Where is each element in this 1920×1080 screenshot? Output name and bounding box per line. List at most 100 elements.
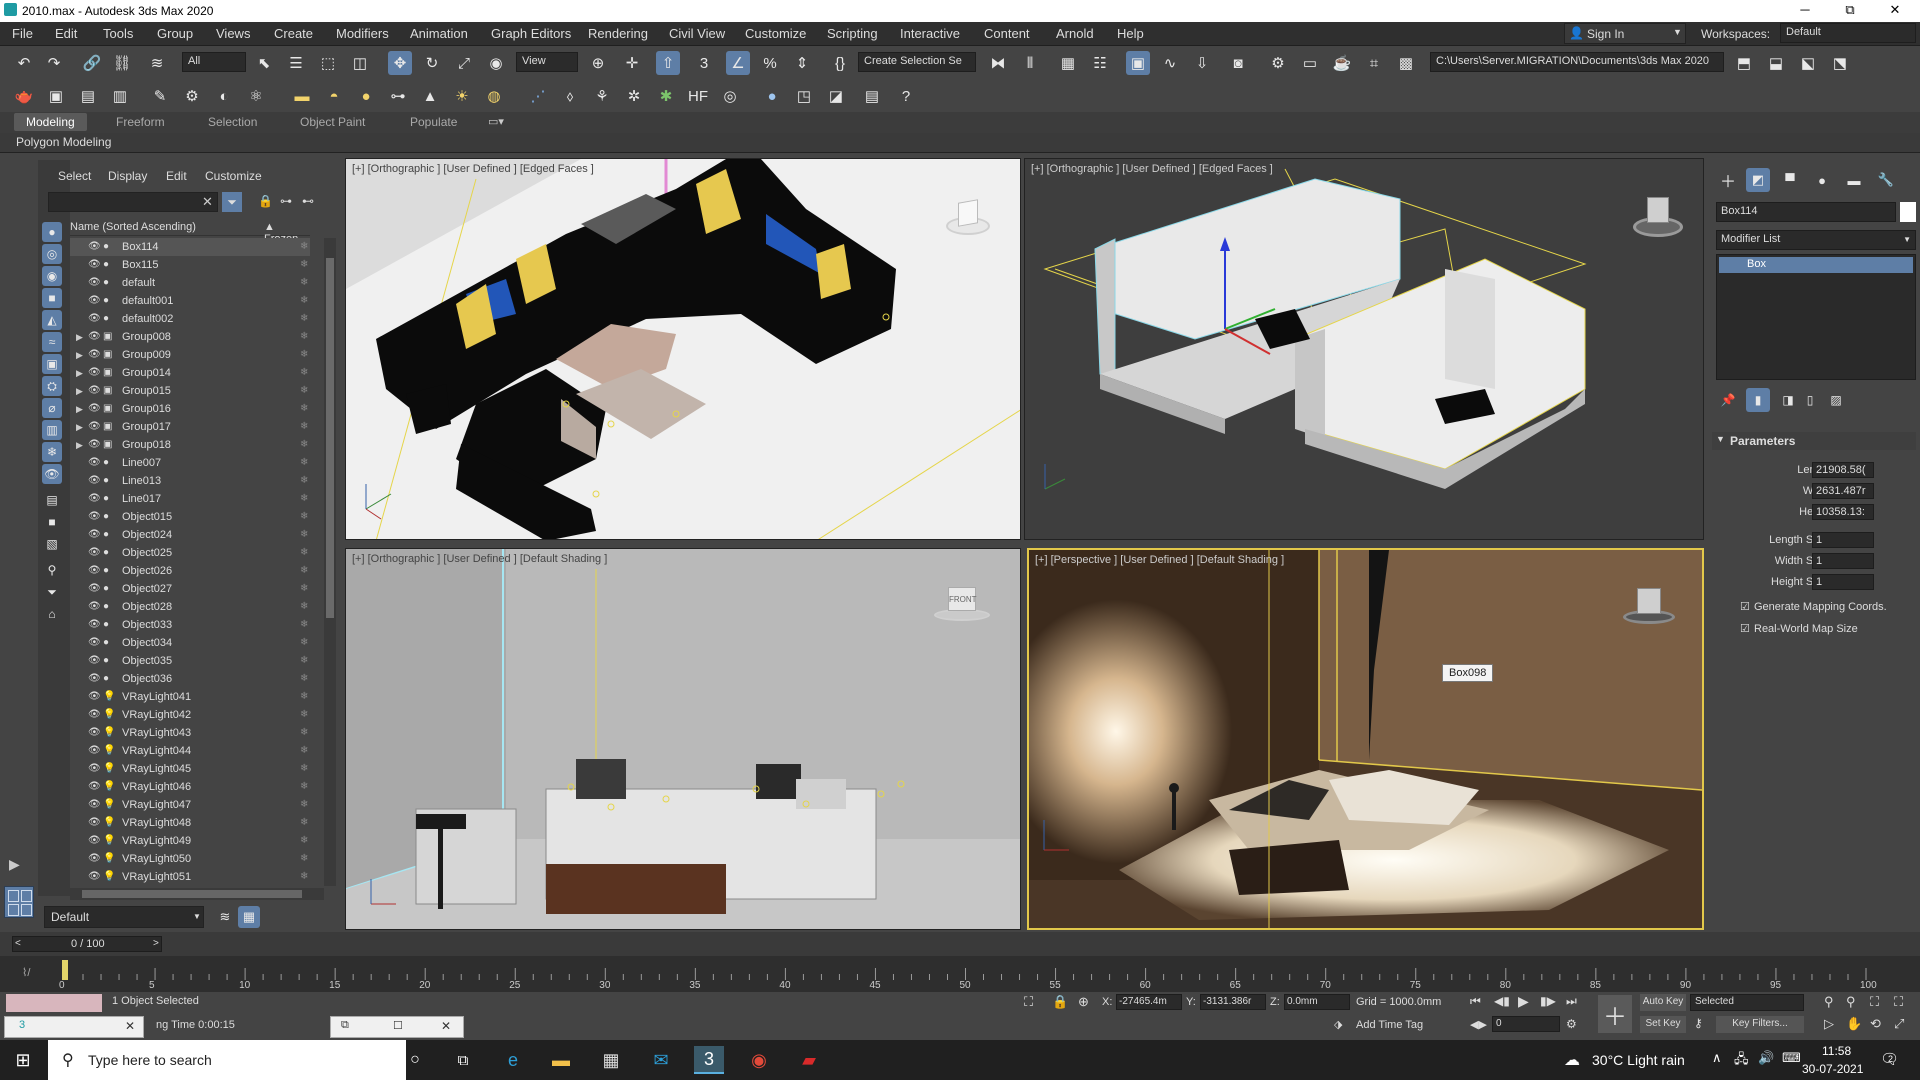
display-geometry-icon[interactable]: ● [42, 222, 62, 242]
explorer-row[interactable]: 👁 ● Line013 ❄ [70, 472, 310, 490]
set-key-big-icon[interactable]: ＋ [1598, 995, 1632, 1033]
time-config-icon[interactable]: ⚙ [1566, 1017, 1577, 1031]
material-editor-icon[interactable]: ◙ [1226, 51, 1250, 75]
menu-interactive[interactable]: Interactive [900, 26, 960, 41]
freeze-icon[interactable]: ❄ [300, 724, 308, 742]
time-tag-icon[interactable]: ⬗ [1334, 1018, 1342, 1031]
percent-snap-icon[interactable]: % [758, 51, 782, 75]
bind-space-warp-icon[interactable]: ≋ [145, 51, 169, 75]
eye-icon[interactable]: 👁 [88, 796, 101, 814]
ribbon-options-icon[interactable]: ▭▾ [488, 115, 504, 128]
project-path-dropdown[interactable]: C:\Users\Server.MIGRATION\Documents\3ds … [1430, 52, 1724, 72]
menu-group[interactable]: Group [157, 26, 193, 41]
explorer-row[interactable]: 👁 ● default ❄ [70, 274, 310, 292]
edge-icon[interactable]: e [498, 1046, 528, 1074]
select-manipulate-icon[interactable]: ✛ [620, 51, 644, 75]
project-settings-icon[interactable]: ⬔ [1828, 51, 1852, 75]
add-time-tag[interactable]: Add Time Tag [1356, 1019, 1423, 1031]
explorer-row[interactable]: 👁 💡 VRayLight042 ❄ [70, 706, 310, 724]
explorer-menu-edit[interactable]: Edit [166, 169, 187, 183]
explorer-row[interactable]: 👁 💡 VRayLight041 ❄ [70, 688, 310, 706]
vray-ambient-light-icon[interactable]: ◍ [482, 84, 506, 108]
expand-arrow-icon[interactable]: ▶ [76, 328, 83, 346]
schematic-view-icon[interactable]: ⇩ [1190, 51, 1214, 75]
layer-sort-icon[interactable]: ⊷ [302, 194, 314, 208]
hierarchy-icon[interactable]: ⊶ [280, 194, 292, 208]
clock-date[interactable]: 30-07-2021 [1802, 1062, 1863, 1076]
eye-icon[interactable]: 👁 [88, 580, 101, 598]
display-shapes-icon[interactable]: ◎ [42, 244, 62, 264]
gen-mapping-checkbox[interactable]: ☑ [1740, 600, 1750, 613]
explorer-row[interactable]: ▶ 👁 ▣ Group014 ❄ [70, 364, 310, 382]
cortana-icon[interactable]: ○ [400, 1046, 430, 1074]
absolute-mode-icon[interactable]: ⊕ [1078, 994, 1089, 1010]
freeze-icon[interactable]: ❄ [300, 796, 308, 814]
hierarchy-tab-icon[interactable]: ▀ [1778, 168, 1802, 192]
vfb-icon[interactable]: ◳ [792, 84, 816, 108]
material-sphere-icon[interactable]: ● [760, 84, 784, 108]
key-mode-toggle-icon[interactable]: ◀▶ [1470, 1018, 1487, 1031]
viewport-top-left[interactable]: [+] [Orthographic ] [User Defined ] [Edg… [345, 158, 1021, 540]
eye-icon[interactable]: 👁 [88, 256, 101, 274]
width-field[interactable]: 2631.487r [1812, 483, 1874, 499]
eye-icon[interactable]: 👁 [88, 238, 101, 256]
vray-hair-icon[interactable]: HF [686, 84, 710, 108]
freeze-icon[interactable]: ❄ [300, 454, 308, 472]
menu-help[interactable]: Help [1117, 26, 1144, 41]
freeze-icon[interactable]: ❄ [300, 832, 308, 850]
language-icon[interactable]: ⌨ [1782, 1050, 1801, 1066]
mail-icon[interactable]: ✉ [646, 1046, 676, 1074]
expand-arrow-icon[interactable]: ▶ [9, 856, 20, 873]
explorer-menu-display[interactable]: Display [108, 169, 147, 183]
explorer-search-input[interactable] [48, 192, 218, 212]
vray-ies-light-icon[interactable]: ⊶ [386, 84, 410, 108]
eye-icon[interactable]: 👁 [88, 310, 101, 328]
freeze-icon[interactable]: ❄ [300, 688, 308, 706]
parameters-rollout-header[interactable]: ▼ Parameters [1712, 432, 1916, 450]
freeze-icon[interactable]: ❄ [300, 292, 308, 310]
expand-arrow-icon[interactable]: ▶ [76, 400, 83, 418]
explorer-row[interactable]: ▶ 👁 ▣ Group017 ❄ [70, 418, 310, 436]
freeze-icon[interactable]: ❄ [300, 814, 308, 832]
goto-start-icon[interactable]: ⏮ [1470, 994, 1481, 1009]
file-explorer-icon[interactable]: ▬ [546, 1046, 576, 1074]
close-icon[interactable]: ✕ [441, 1019, 451, 1033]
pan-icon[interactable]: ✋ [1846, 1016, 1862, 1032]
eye-icon[interactable]: 👁 [88, 526, 101, 544]
explorer-row[interactable]: 👁 ● default001 ❄ [70, 292, 310, 310]
show-end-result-icon[interactable]: ▮ [1746, 388, 1770, 412]
pivot-center-icon[interactable]: ⊕ [586, 51, 610, 75]
freeze-icon[interactable]: ❄ [300, 850, 308, 868]
options-icon[interactable]: ▧ [42, 534, 62, 554]
expand-arrow-icon[interactable]: ▶ [76, 418, 83, 436]
explorer-row[interactable]: 👁 💡 VRayLight043 ❄ [70, 724, 310, 742]
z-coord-field[interactable]: 0.0mm [1284, 994, 1350, 1010]
expand-arrow-icon[interactable]: ▶ [76, 364, 83, 382]
zoom-all-icon[interactable]: ⚲ [1846, 994, 1856, 1010]
workspace-dropdown[interactable]: Default [1780, 23, 1916, 43]
render-online-icon[interactable]: ▩ [1394, 51, 1418, 75]
viewport-top-right[interactable]: [+] [Orthographic ] [User Defined ] [Edg… [1024, 158, 1704, 540]
menu-views[interactable]: Views [216, 26, 250, 41]
store-icon[interactable]: ▦ [596, 1046, 626, 1074]
move-icon[interactable]: ✥ [388, 51, 412, 75]
menu-modifiers[interactable]: Modifiers [336, 26, 389, 41]
height-segs-field[interactable]: 1 [1812, 574, 1874, 590]
set-key-button[interactable]: Set Key [1640, 1016, 1686, 1033]
explorer-row[interactable]: ▶ 👁 ▣ Group018 ❄ [70, 436, 310, 454]
expand-arrow-icon[interactable]: ▶ [76, 382, 83, 400]
menu-create[interactable]: Create [274, 26, 313, 41]
eye-icon[interactable]: 👁 [88, 472, 101, 490]
pdf-app-icon[interactable]: ▰ [794, 1046, 824, 1074]
explorer-row[interactable]: 👁 💡 VRayLight044 ❄ [70, 742, 310, 760]
menu-file[interactable]: File [12, 26, 33, 41]
explorer-row[interactable]: 👁 ● Object015 ❄ [70, 508, 310, 526]
render-production-icon[interactable]: ☕ [1330, 51, 1354, 75]
viewport-bottom-left[interactable]: [+] [Orthographic ] [User Defined ] [Def… [345, 548, 1021, 930]
select-by-name-icon[interactable]: ☰ [284, 51, 308, 75]
taskbar-search[interactable]: ⚲ Type here to search [48, 1040, 406, 1080]
scene-explorer-mode-icon[interactable]: ▦ [238, 906, 260, 928]
eye-icon[interactable]: 👁 [88, 544, 101, 562]
freeze-icon[interactable]: ❄ [300, 310, 308, 328]
vray-sun-icon[interactable]: ☀ [450, 84, 474, 108]
